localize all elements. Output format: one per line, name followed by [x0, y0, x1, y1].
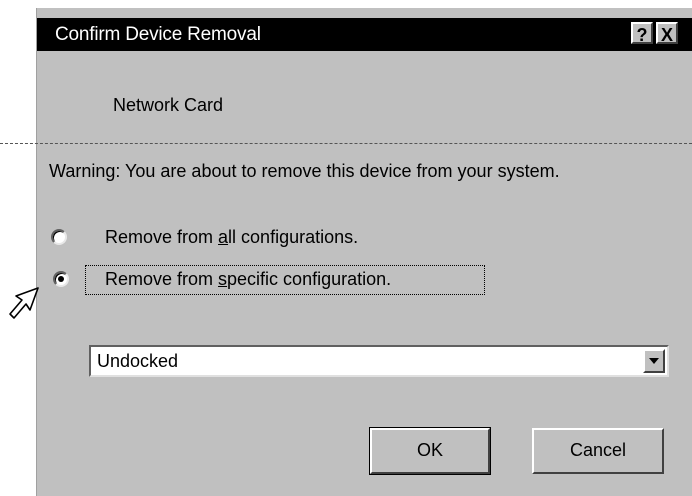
option-text-prefix: Remove from: [105, 269, 219, 289]
screen: Confirm Device Removal ? X Network Card …: [0, 0, 692, 496]
ok-button[interactable]: OK: [369, 427, 491, 475]
arrow-cursor-icon: [9, 287, 39, 319]
warning-text: Warning: You are about to remove this de…: [49, 161, 560, 181]
option-text-suffix: pecific configuration.: [227, 269, 392, 289]
option-specific-configuration-label[interactable]: Remove from specific configuration.: [105, 269, 391, 290]
help-button[interactable]: ?: [631, 22, 653, 45]
option-text-prefix: Remove from: [105, 227, 219, 247]
configuration-select[interactable]: Undocked: [89, 345, 669, 377]
title-bar: Confirm Device Removal ? X: [37, 18, 692, 51]
option-text-suffix: ll configurations.: [228, 227, 359, 247]
radio-selected-dot: [58, 276, 64, 282]
mnemonic-letter: s: [218, 269, 228, 289]
confirm-device-removal-dialog: Confirm Device Removal ? X Network Card …: [36, 8, 692, 496]
dashed-divider: [0, 143, 692, 144]
configuration-select-value: Undocked: [97, 351, 179, 371]
mnemonic-letter: a: [218, 227, 229, 247]
radio-specific-configuration[interactable]: [53, 271, 69, 287]
close-button[interactable]: X: [656, 22, 678, 45]
cancel-button[interactable]: Cancel: [532, 428, 664, 474]
dialog-title: Confirm Device Removal: [55, 24, 261, 45]
chevron-down-icon: [649, 358, 659, 364]
option-all-configurations-label[interactable]: Remove from all configurations.: [105, 227, 358, 248]
device-name: Network Card: [113, 95, 224, 115]
dropdown-button[interactable]: [643, 349, 665, 373]
radio-all-configurations[interactable]: [51, 229, 67, 245]
